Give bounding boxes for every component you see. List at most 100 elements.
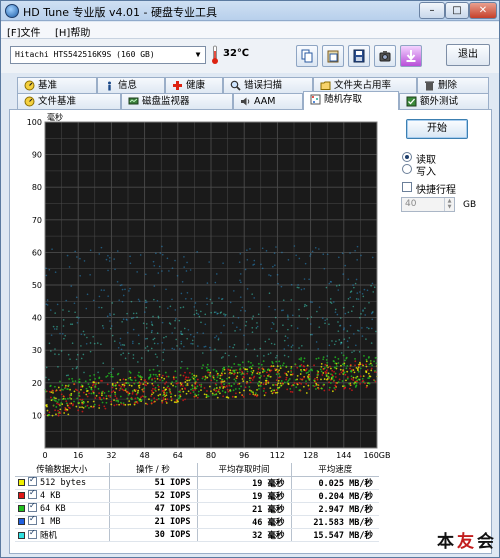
data-point (287, 355, 290, 358)
quick-stroke-checkbox[interactable] (402, 182, 412, 192)
series-checkbox[interactable] (28, 488, 37, 499)
data-point (206, 369, 209, 372)
data-point (263, 387, 266, 390)
data-point (92, 400, 95, 403)
data-point (181, 280, 184, 283)
data-point (121, 321, 123, 323)
data-point (316, 369, 319, 372)
data-point (150, 347, 153, 350)
data-point (317, 387, 320, 390)
data-point (121, 288, 124, 291)
series-checkbox[interactable] (28, 514, 37, 525)
data-point (133, 382, 136, 385)
data-point (284, 372, 286, 375)
data-point (228, 345, 231, 348)
data-point (370, 342, 373, 344)
data-point (137, 334, 140, 337)
data-point (346, 340, 349, 343)
speed-cell: 0.025 MB/秒 (291, 476, 379, 490)
quick-stroke-value: 40 (405, 199, 417, 209)
data-point (280, 309, 283, 312)
data-point (62, 325, 65, 327)
data-point (334, 381, 337, 384)
data-point (148, 369, 151, 372)
data-point (152, 373, 155, 376)
data-point (54, 409, 56, 412)
data-point (180, 332, 182, 334)
data-point (146, 337, 148, 340)
ops-cell: 47 IOPS (109, 502, 198, 516)
data-point (161, 401, 164, 404)
data-point (305, 368, 308, 370)
data-point (278, 369, 280, 372)
spinner-arrows-icon[interactable]: ▲ ▼ (444, 198, 454, 211)
data-point (309, 333, 312, 336)
data-point (110, 375, 113, 378)
data-point (125, 388, 127, 390)
data-point (171, 332, 173, 334)
size-label: 512 bytes (40, 478, 87, 488)
data-point (70, 285, 73, 287)
data-point (80, 357, 83, 360)
data-point (348, 382, 351, 385)
data-point (84, 405, 87, 408)
data-point (197, 390, 200, 393)
data-point (346, 377, 349, 380)
data-point (281, 382, 284, 385)
data-point (241, 378, 244, 380)
data-point (214, 281, 217, 284)
data-point (290, 384, 293, 387)
start-button[interactable]: 开始 (406, 119, 468, 139)
data-point (330, 367, 332, 370)
data-point (62, 319, 65, 321)
series-checkbox[interactable] (28, 501, 37, 512)
data-point (291, 314, 294, 317)
data-point (193, 378, 196, 381)
data-point (295, 254, 297, 257)
data-point (238, 368, 241, 371)
data-point (179, 374, 182, 377)
data-point (287, 259, 290, 261)
tab-random-access[interactable]: 随机存取 (303, 91, 399, 110)
data-point (111, 334, 114, 337)
table-row: 1 MB 21 IOPS 46 毫秒 21.583 MB/秒 (15, 514, 379, 529)
data-point (192, 391, 195, 393)
data-point (298, 308, 300, 311)
write-radio[interactable] (402, 164, 412, 174)
ops-cell: 21 IOPS (109, 515, 198, 529)
data-point (207, 371, 210, 374)
data-point (114, 391, 116, 394)
data-point (233, 373, 235, 376)
data-point (195, 309, 198, 312)
data-point (107, 269, 109, 272)
data-point (313, 379, 315, 382)
data-point (368, 327, 370, 330)
data-point (286, 388, 289, 391)
data-point (107, 394, 110, 397)
read-radio[interactable] (402, 152, 412, 162)
data-point (193, 313, 196, 316)
data-point (189, 392, 192, 395)
data-point (113, 313, 115, 316)
data-point (374, 369, 376, 372)
data-point (346, 370, 349, 373)
data-point (336, 313, 339, 316)
data-point (146, 345, 149, 348)
data-point (50, 396, 52, 399)
data-point (174, 309, 177, 311)
data-point (132, 328, 135, 331)
data-point (339, 368, 342, 371)
data-point (97, 371, 99, 374)
series-checkbox[interactable] (28, 528, 37, 539)
data-point (263, 370, 266, 372)
data-point (123, 385, 126, 388)
data-point (356, 379, 359, 382)
data-point (333, 360, 335, 363)
series-checkbox[interactable] (28, 475, 37, 486)
data-point (184, 371, 186, 374)
data-point (185, 392, 188, 395)
quick-stroke-spinner[interactable]: 40 ▲ ▼ (401, 197, 455, 212)
data-point (249, 248, 251, 250)
data-point (67, 374, 69, 376)
data-point (291, 391, 294, 393)
